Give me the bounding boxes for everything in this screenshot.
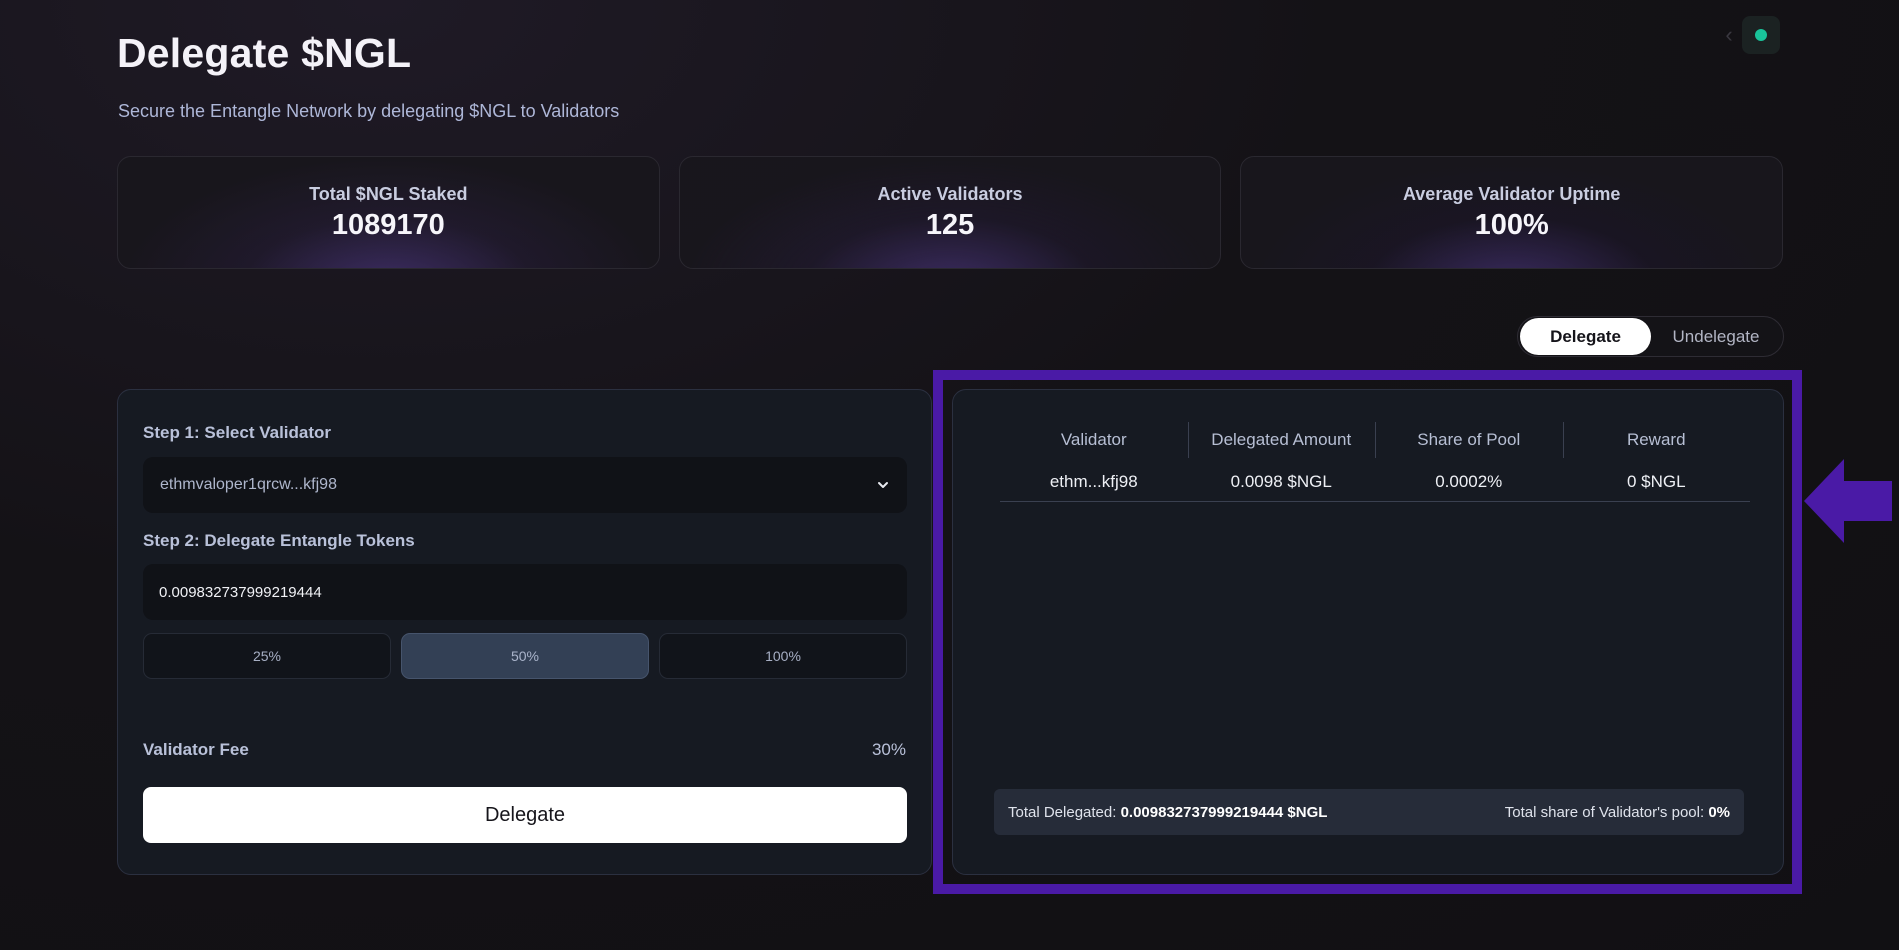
total-delegated: Total Delegated: 0.009832737999219444 $N… [1008,804,1327,821]
status-indicator[interactable] [1742,16,1780,54]
delegate-button[interactable]: Delegate [143,787,907,843]
step1-label: Step 1: Select Validator [143,423,332,442]
total-delegated-value: 0.009832737999219444 $NGL [1120,803,1328,821]
delegate-mode-toggle: Delegate Undelegate [1517,316,1784,357]
stat-value: 125 [925,208,975,241]
delegate-form-panel: Step 1: Select Validator ethmvaloper1qrc… [117,389,932,875]
percent-50-button[interactable]: 50% [401,633,649,679]
percent-100-button[interactable]: 100% [659,633,907,679]
table-row[interactable]: ethm...kfj98 0.0098 $NGL 0.0002% 0 $NGL [1000,472,1750,502]
top-right-controls: ‹ [1722,16,1780,54]
stat-value: 1089170 [331,208,445,241]
validator-fee-label: Validator Fee [143,740,249,759]
pool-share: Total share of Validator's pool: 0% [1505,804,1730,821]
step2-label: Step 2: Delegate Entangle Tokens [143,531,415,550]
stat-label: Average Validator Uptime [1402,183,1621,204]
total-delegated-label: Total Delegated: [1008,803,1117,821]
delegation-summary: Total Delegated: 0.009832737999219444 $N… [994,789,1744,835]
validator-fee-value: 30% [871,740,906,759]
delegate-tab[interactable]: Delegate [1520,318,1651,355]
chevron-left-icon[interactable]: ‹ [1722,22,1736,48]
stat-card-total-staked: Total $NGL Staked 1089170 [117,156,660,269]
stat-card-uptime: Average Validator Uptime 100% [1240,156,1784,269]
stat-label: Active Validators [877,183,1023,204]
column-header: Reward [1562,420,1751,460]
stat-label: Total $NGL Staked [309,183,468,204]
table-header: Validator Delegated Amount Share of Pool… [1000,420,1750,460]
column-header: Share of Pool [1375,420,1563,460]
column-header: Delegated Amount [1187,420,1376,460]
chevron-down-icon [878,482,888,488]
pool-share-value: 0% [1708,803,1730,821]
validator-select[interactable]: ethmvaloper1qrcw...kfj98 [143,457,907,513]
percent-25-button[interactable]: 25% [143,633,391,679]
column-header: Validator [1060,430,1127,449]
cell-delegated-amount: 0.0098 $NGL [1230,472,1332,491]
cell-validator: ethm...kfj98 [1049,472,1138,491]
page-subtitle: Secure the Entangle Network by delegatin… [118,101,620,121]
pool-share-label: Total share of Validator's pool: [1504,803,1705,821]
stat-card-active-validators: Active Validators 125 [678,156,1222,269]
status-dot-icon [1755,29,1767,41]
delegations-panel: Validator Delegated Amount Share of Pool… [952,389,1784,875]
selected-validator: ethmvaloper1qrcw...kfj98 [160,476,337,493]
undelegate-tab[interactable]: Undelegate [1651,318,1781,355]
percent-buttons: 25% 50% 100% [143,633,907,679]
arrow-left-icon [1804,459,1892,543]
page-title: Delegate $NGL [117,30,412,76]
cell-reward: 0 $NGL [1626,472,1686,491]
stats-row: Total $NGL Staked 1089170 Active Validat… [117,156,1784,269]
amount-input[interactable] [143,564,907,620]
cell-share: 0.0002% [1435,472,1503,491]
stat-value: 100% [1474,208,1549,241]
